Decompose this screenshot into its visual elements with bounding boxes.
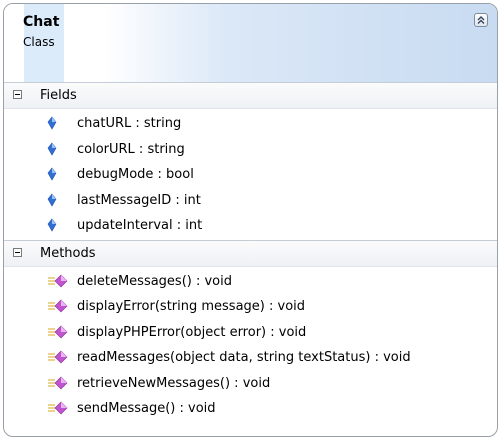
fields-section-header[interactable]: Fields <box>4 83 497 109</box>
field-row[interactable]: updateInterval : int <box>4 213 497 239</box>
methods-section-header[interactable]: Methods <box>4 239 497 267</box>
methods-section-label: Methods <box>40 245 96 261</box>
class-header[interactable]: Chat Class <box>4 4 497 83</box>
field-diamond-icon <box>47 193 57 207</box>
field-row[interactable]: chatURL : string <box>4 111 497 137</box>
field-row[interactable]: colorURL : string <box>4 137 497 163</box>
method-row[interactable]: retrieveNewMessages() : void <box>4 371 497 397</box>
method-icon <box>48 376 68 389</box>
collapse-button[interactable] <box>474 13 488 27</box>
method-icon <box>48 299 68 313</box>
method-label: deleteMessages() : void <box>77 273 233 289</box>
fields-section-label: Fields <box>40 88 77 103</box>
method-row[interactable]: deleteMessages() : void <box>4 269 497 295</box>
method-label: sendMessage() : void <box>77 401 216 416</box>
field-diamond-icon <box>47 116 57 130</box>
field-label: chatURL : string <box>77 116 182 131</box>
double-chevron-up-icon <box>477 16 485 24</box>
method-icon <box>48 401 68 415</box>
method-label: displayPHPError(object error) : void <box>77 324 307 340</box>
method-icon <box>48 274 68 287</box>
method-icon <box>48 350 68 364</box>
field-row[interactable]: debugMode : bool <box>4 162 497 188</box>
field-diamond-icon <box>47 167 57 181</box>
field-diamond-icon <box>47 142 57 156</box>
fields-list: chatURL : string colorURL : string debugMo… <box>4 109 497 240</box>
method-label: readMessages(object data, string textSta… <box>77 350 411 365</box>
field-diamond-icon <box>47 218 57 232</box>
field-label: debugMode : bool <box>77 167 194 182</box>
field-row[interactable]: lastMessageID : int <box>4 188 497 214</box>
field-label: lastMessageID : int <box>77 192 201 208</box>
class-name: Chat <box>23 14 60 30</box>
collapse-toggle-icon[interactable] <box>13 90 22 99</box>
field-label: updateInterval : int <box>77 218 203 233</box>
collapse-toggle-icon[interactable] <box>13 247 22 257</box>
method-row[interactable]: readMessages(object data, string textSta… <box>4 345 497 371</box>
method-icon <box>48 325 68 338</box>
method-row[interactable]: sendMessage() : void <box>4 396 497 422</box>
method-row[interactable]: displayError(string message) : void <box>4 294 497 320</box>
methods-list: deleteMessages() : void displayError(stri… <box>4 267 497 422</box>
class-shape[interactable]: Chat Class Fields chatURL : string colorU… <box>3 3 498 437</box>
method-row[interactable]: displayPHPError(object error) : void <box>4 320 497 346</box>
method-label: retrieveNewMessages() : void <box>77 375 271 391</box>
class-stereotype: Class <box>23 35 55 49</box>
method-label: displayError(string message) : void <box>77 299 306 314</box>
field-label: colorURL : string <box>77 141 185 157</box>
